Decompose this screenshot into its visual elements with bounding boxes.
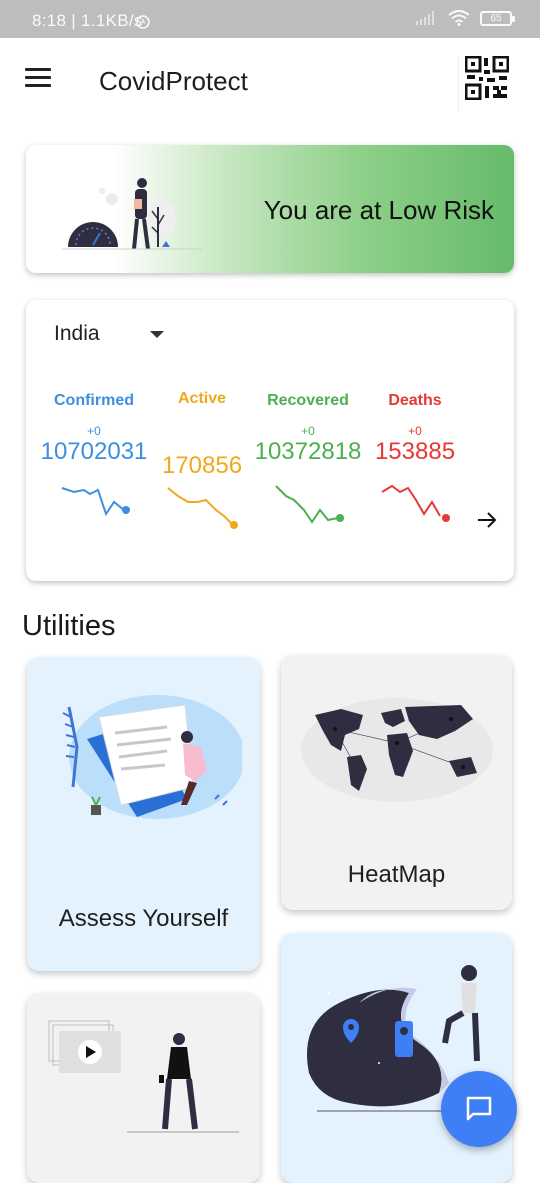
stat-deaths-delta: +0 — [408, 424, 422, 438]
battery-indicator: 65 — [480, 10, 515, 26]
app-title: CovidProtect — [99, 66, 248, 96]
stats-next-button[interactable] — [475, 508, 499, 532]
alarm-icon — [136, 15, 150, 29]
stat-active-delta — [147, 422, 257, 436]
deaths-trend-sparkline — [381, 484, 450, 522]
active-trend-sparkline — [167, 487, 238, 529]
stat-active: Active 170856 — [147, 390, 257, 480]
arrow-right-icon — [478, 512, 497, 528]
risk-gauge-illustration — [62, 178, 202, 250]
stat-active-label: Active — [177, 390, 227, 407]
stat-confirmed-label: Confirmed — [54, 392, 134, 409]
covid-stats-card: India Confirmed +0 10702031 Active 17085… — [26, 300, 514, 581]
assess-yourself-label: Assess Yourself — [58, 905, 229, 932]
stat-confirmed-value: 10702031 — [40, 438, 148, 465]
stat-active-value: 170856 — [161, 452, 243, 479]
assess-yourself-card[interactable]: Assess Yourself — [27, 657, 260, 971]
menu-button[interactable] — [25, 68, 51, 88]
heatmap-label: HeatMap — [347, 861, 446, 888]
stat-confirmed: Confirmed +0 10702031 — [39, 392, 149, 466]
chat-fab-button[interactable] — [441, 1071, 517, 1147]
heatmap-card[interactable]: HeatMap — [281, 655, 512, 910]
stat-deaths-value: 153885 — [374, 438, 456, 465]
risk-status-card[interactable]: You are at Low Risk — [26, 145, 514, 273]
stat-recovered: Recovered +0 10372818 — [253, 392, 363, 466]
checklist-illustration — [62, 695, 242, 819]
qr-code-icon — [464, 55, 510, 101]
signal-icon — [416, 11, 434, 25]
country-dropdown-value: India — [54, 322, 100, 345]
utilities-heading: Utilities — [22, 610, 116, 642]
status-bar: 8:18 | 1.1KB/s 65 — [0, 0, 540, 38]
qr-scan-button[interactable] — [458, 55, 512, 112]
stat-recovered-value: 10372818 — [254, 438, 362, 465]
stat-recovered-delta: +0 — [301, 424, 315, 438]
wifi-icon — [448, 10, 470, 26]
video-illustration — [48, 1020, 239, 1133]
app-bar: CovidProtect — [0, 38, 540, 122]
stat-confirmed-delta: +0 — [87, 424, 101, 438]
chevron-down-icon — [150, 331, 164, 338]
chat-icon — [466, 1096, 492, 1121]
status-time-speed: 8:18 | 1.1KB/s — [32, 11, 143, 30]
world-map-icon — [301, 698, 493, 802]
stat-recovered-label: Recovered — [267, 392, 349, 409]
hamburger-menu-icon — [25, 68, 51, 87]
stat-deaths-label: Deaths — [388, 392, 442, 409]
stat-deaths: Deaths +0 153885 — [360, 392, 470, 466]
risk-status-text: You are at Low Risk — [263, 195, 494, 225]
video-info-card[interactable] — [27, 993, 260, 1183]
confirmed-trend-sparkline — [61, 487, 130, 517]
recovered-trend-sparkline — [275, 485, 344, 524]
country-dropdown[interactable]: India — [54, 322, 174, 346]
